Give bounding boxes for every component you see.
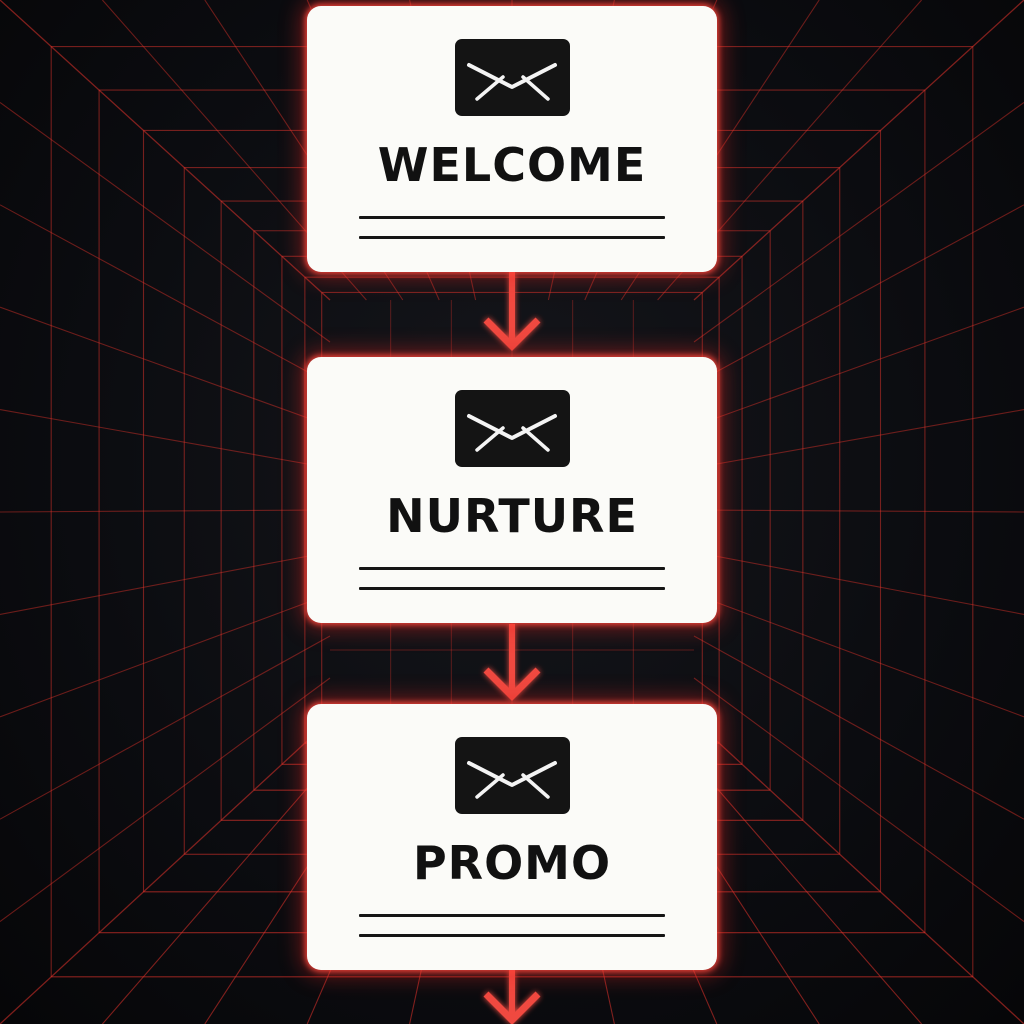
mail-icon: [455, 390, 570, 467]
email-step-promo: PROMO: [307, 704, 717, 970]
email-step-nurture: NURTURE: [307, 357, 717, 623]
text-placeholder-line: [359, 914, 665, 917]
flow-arrow: [483, 970, 541, 1024]
email-step-welcome: WELCOME: [307, 6, 717, 272]
text-placeholder-line: [359, 934, 665, 937]
step-title: PROMO: [412, 836, 612, 890]
mail-icon: [455, 39, 570, 116]
text-placeholder-line: [359, 587, 665, 590]
diagram-canvas: WELCOME NURTURE PROMO: [0, 0, 1024, 1024]
text-placeholder-line: [359, 567, 665, 570]
flow-arrow: [483, 624, 541, 701]
text-placeholder-line: [359, 216, 665, 219]
mail-icon: [455, 737, 570, 814]
step-title: NURTURE: [386, 489, 638, 543]
flow-arrow: [483, 272, 541, 351]
step-title: WELCOME: [377, 138, 647, 192]
text-placeholder-line: [359, 236, 665, 239]
